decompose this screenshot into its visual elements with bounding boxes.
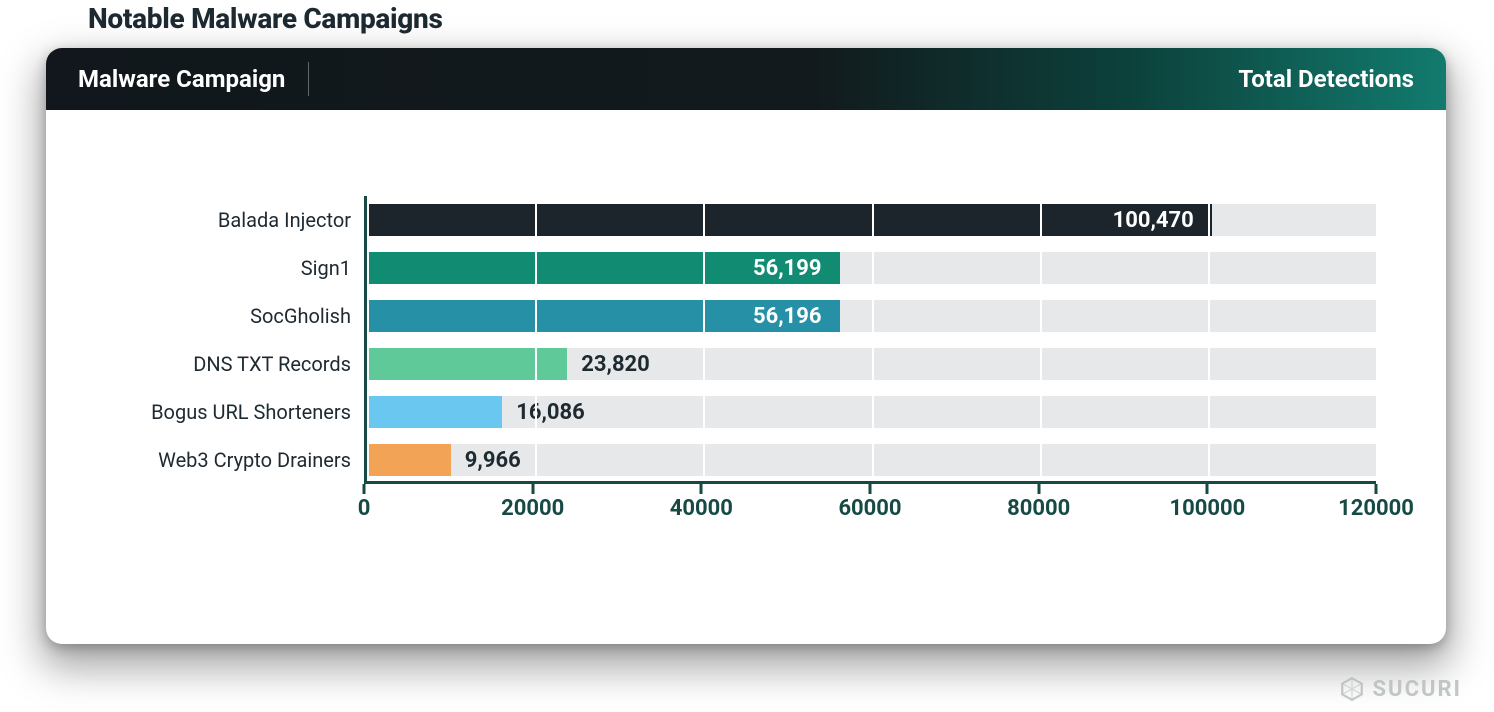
header-left: Malware Campaign [78, 48, 309, 110]
bar-value: 100,470 [1113, 208, 1194, 233]
grid-line [535, 196, 537, 481]
category-label: Web3 Crypto Drainers [158, 448, 351, 472]
x-tick-label: 100000 [1169, 496, 1245, 521]
bar-value: 56,199 [753, 256, 822, 281]
page-title: Notable Malware Campaigns [88, 2, 443, 35]
grid-line [703, 196, 705, 481]
bar: 23,820 [367, 348, 567, 380]
x-tick-label: 80000 [1007, 496, 1070, 521]
x-tick-label: 20000 [501, 496, 564, 521]
x-tick-mark [869, 484, 872, 494]
x-tick-mark [700, 484, 703, 494]
bar-value: 16,086 [516, 400, 585, 425]
x-tick-mark [531, 484, 534, 494]
x-tick-label: 40000 [670, 496, 733, 521]
header-right-label: Total Detections [1238, 65, 1414, 93]
bar: 100,470 [367, 204, 1212, 236]
x-tick-mark [1375, 484, 1378, 494]
category-label: DNS TXT Records [193, 352, 351, 376]
chart-area: Balada Injector 100,470 Sign1 56,199 SocGhol… [46, 148, 1446, 644]
bar: 56,199 [367, 252, 840, 284]
grid-line [1376, 196, 1378, 481]
header-left-label: Malware Campaign [78, 65, 309, 93]
category-label: Balada Injector [218, 208, 351, 232]
x-tick-label: 120000 [1338, 496, 1414, 521]
x-tick-mark [1206, 484, 1209, 494]
bars-container: Balada Injector100,470Sign156,199SocGhol… [364, 196, 1376, 484]
x-axis: 020000400006000080000100000120000 [364, 484, 1376, 524]
card-header: Malware Campaign Total Detections [46, 48, 1446, 110]
category-label: SocGholish [250, 304, 351, 328]
chart-card: Malware Campaign Total Detections Balada… [46, 48, 1446, 644]
x-tick-label: 0 [358, 496, 371, 521]
watermark-logo-icon [1339, 676, 1365, 702]
x-tick-label: 60000 [838, 496, 901, 521]
category-label: Sign1 [301, 256, 351, 280]
chart-wrap: Balada Injector 100,470 Sign1 56,199 SocGhol… [106, 196, 1376, 484]
grid-line [872, 196, 874, 481]
bar-value: 9,966 [465, 448, 521, 473]
watermark: SUCURI [1339, 676, 1462, 702]
bar: 9,966 [367, 444, 451, 476]
category-label: Bogus URL Shorteners [151, 400, 351, 424]
grid-line [367, 196, 369, 481]
x-tick-mark [1037, 484, 1040, 494]
bar: 16,086 [367, 396, 502, 428]
bar: 56,196 [367, 300, 840, 332]
x-tick-mark [363, 484, 366, 494]
grid-line [1040, 196, 1042, 481]
watermark-text: SUCURI [1373, 677, 1462, 702]
bar-value: 23,820 [581, 352, 650, 377]
bar-value: 56,196 [753, 304, 822, 329]
grid-line [1208, 196, 1210, 481]
